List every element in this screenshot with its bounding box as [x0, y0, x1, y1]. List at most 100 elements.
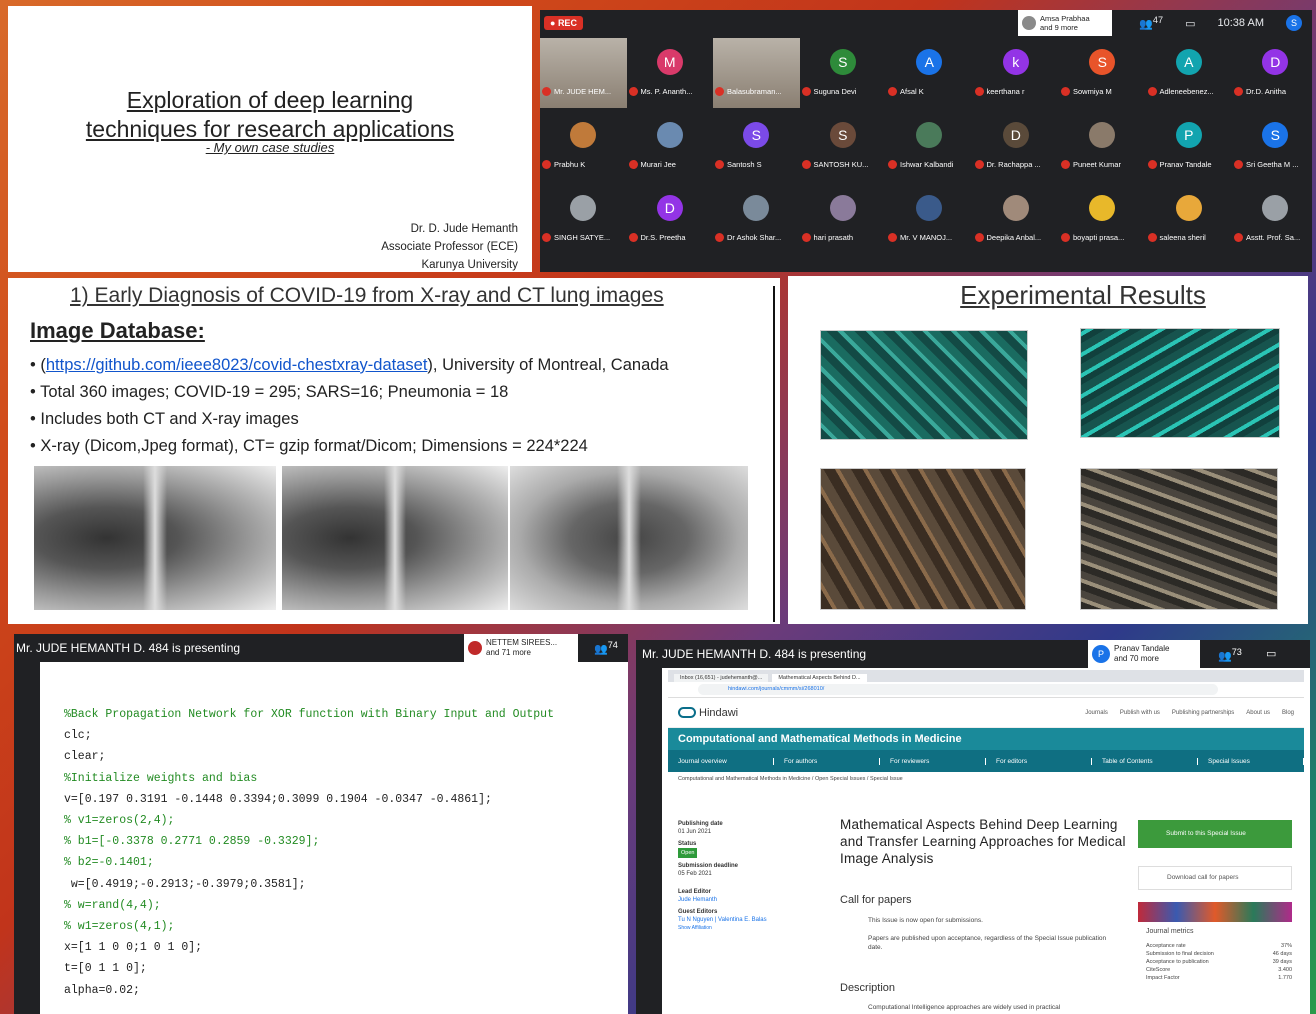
avatar: k: [1002, 48, 1029, 75]
participant-tile[interactable]: S SANTOSH KU...: [799, 111, 886, 181]
participant-name: Afsal K: [888, 87, 924, 96]
participant-name: hari prasath: [801, 233, 853, 242]
participant-tile[interactable]: Deepika Anbal...: [972, 184, 1059, 254]
special-issue-title: Mathematical Aspects Behind Deep Learnin…: [840, 817, 1126, 866]
participant-name: Mr. JUDE HEM...: [542, 87, 611, 96]
guest-editors-link[interactable]: Tu N Nguyen | Valentina E. Balas: [678, 917, 767, 923]
avatar: [916, 194, 943, 221]
participant-tile[interactable]: D Dr.D. Anitha: [1232, 38, 1312, 108]
journal-nav-item[interactable]: Journal overview: [668, 757, 774, 765]
site-nav-item[interactable]: Publishing partnerships: [1172, 710, 1234, 716]
participant-tile[interactable]: P Pranav Tandale: [1145, 111, 1232, 181]
code-line: %Back Propagation Network for XOR functi…: [64, 708, 554, 721]
site-nav-item[interactable]: Journals: [1085, 710, 1108, 716]
participant-tile[interactable]: boyapti prasa...: [1059, 184, 1146, 254]
submit-button[interactable]: Submit to this Special Issue: [1138, 820, 1292, 848]
code-line: v=[0.197 0.3191 -0.1448 0.3394;0.3099 0.…: [64, 792, 492, 806]
tab-hindawi[interactable]: Mathematical Aspects Behind D...: [772, 674, 867, 682]
participant-name: Suguna Devi: [801, 87, 856, 96]
satellite-image: [820, 468, 1026, 610]
journal-title[interactable]: Computational and Mathematical Methods i…: [668, 728, 1304, 750]
slide-title: Exploration of deep learning techniques f…: [85, 87, 455, 142]
participant-tile[interactable]: Ishwar Kalbandi: [886, 111, 973, 181]
avatar: S: [743, 121, 770, 148]
presenting-label: Mr. JUDE HEMANTH D. 484 is presenting: [16, 641, 241, 655]
avatar: D: [1002, 121, 1029, 148]
hindawi-logo[interactable]: Hindawi: [678, 707, 738, 719]
address-bar[interactable]: hindawi.com/journals/cmmm/si/268010/: [668, 682, 1304, 698]
participant-tile[interactable]: D Dr.S. Preetha: [626, 184, 713, 254]
download-cfp-button[interactable]: Download call for papers: [1138, 866, 1292, 890]
meeting-icons: 👥47 ▭ 10:38 AM S: [1139, 10, 1302, 36]
people-icon[interactable]: 👥47: [1139, 15, 1163, 31]
participant-tile[interactable]: A Afsal K: [886, 38, 973, 108]
presenter-viewers-card[interactable]: NETTEM SIREES... and 71 more: [464, 634, 578, 662]
bullet-item: (https://github.com/ieee8023/covid-chest…: [30, 352, 668, 379]
browser-window: Inbox (16,651) - judehemanth@... Mathema…: [668, 670, 1304, 1014]
participant-tile[interactable]: Mr. V MANOJ...: [886, 184, 973, 254]
chat-icon[interactable]: ▭: [1185, 17, 1195, 30]
tab-inbox[interactable]: Inbox (16,651) - judehemanth@...: [674, 674, 769, 682]
people-icon[interactable]: 👥74: [594, 640, 618, 656]
people-icon[interactable]: 👥73: [1218, 647, 1242, 663]
satellite-image: [1080, 468, 1278, 610]
participant-tile[interactable]: Puneet Kumar: [1059, 111, 1146, 181]
presenter-viewers-card[interactable]: Amsa Prabhaa and 9 more: [1018, 10, 1112, 36]
mic-off-icon: [1234, 87, 1243, 96]
participant-tile[interactable]: S Sowmiya M: [1059, 38, 1146, 108]
recording-badge: ● REC: [544, 16, 583, 30]
participant-name: Murari Jee: [628, 160, 676, 169]
participant-tile[interactable]: SINGH SATYE...: [540, 184, 627, 254]
mic-off-icon: [628, 233, 638, 242]
site-nav-item[interactable]: Publish with us: [1120, 710, 1160, 716]
site-nav-item[interactable]: About us: [1246, 710, 1270, 716]
description-heading[interactable]: Description: [840, 982, 895, 994]
participant-tile[interactable]: S Suguna Devi: [799, 38, 886, 108]
journal-nav-item[interactable]: For reviewers: [880, 757, 986, 765]
journal-nav-item[interactable]: For authors: [774, 757, 880, 765]
site-nav-item[interactable]: Blog: [1282, 710, 1294, 716]
code-line: clear;: [64, 750, 106, 764]
mic-off-icon: [715, 233, 724, 242]
participant-tile[interactable]: Mr. JUDE HEM...: [540, 38, 627, 108]
mic-off-icon: [542, 160, 551, 169]
journal-nav: Journal overview For authors For reviewers…: [668, 750, 1304, 772]
participant-tile[interactable]: M Ms. P. Ananth...: [626, 38, 713, 108]
slide-divider: [773, 286, 775, 622]
journal-nav-item[interactable]: Special Issues: [1198, 757, 1304, 765]
url-text[interactable]: hindawi.com/journals/cmmm/si/268010/: [698, 684, 1218, 695]
participant-tile[interactable]: Asstt. Prof. Sa...: [1232, 184, 1312, 254]
journal-nav-item[interactable]: Table of Contents: [1092, 757, 1198, 765]
participant-tile[interactable]: A Adleneebenez...: [1145, 38, 1232, 108]
self-avatar[interactable]: S: [1286, 15, 1302, 31]
participant-tile[interactable]: Balasubraman...: [713, 38, 800, 108]
xray-image: [510, 466, 748, 610]
participant-tile[interactable]: Dr Ashok Shar...: [713, 184, 800, 254]
participant-tile[interactable]: D Dr. Rachappa ...: [972, 111, 1059, 181]
presenter-viewers-card[interactable]: P Pranav Tandale and 70 more: [1088, 640, 1200, 668]
site-nav: Journals Publish with us Publishing partne…: [1085, 710, 1294, 716]
participant-tile[interactable]: Prabhu K: [540, 111, 627, 181]
journal-nav-item[interactable]: For editors: [986, 757, 1092, 765]
mic-off-icon: [888, 160, 897, 169]
dataset-link[interactable]: https://github.com/ieee8023/covid-chestx…: [46, 356, 428, 374]
presenting-bar: Mr. JUDE HEMANTH D. 484 is presenting P …: [636, 640, 1310, 668]
participant-name: Asstt. Prof. Sa...: [1234, 233, 1300, 242]
participant-tile[interactable]: S Santosh S: [713, 111, 800, 181]
participant-tile[interactable]: S Sri Geetha M ...: [1232, 111, 1312, 181]
logo-icon: [678, 707, 696, 718]
code-line: % w=rand(4,4);: [64, 898, 161, 912]
participant-tile[interactable]: k keerthana r: [972, 38, 1059, 108]
mic-off-icon: [1147, 233, 1157, 242]
participant-tile[interactable]: Murari Jee: [626, 111, 713, 181]
participant-tile[interactable]: saleena sheril: [1145, 184, 1232, 254]
lead-editor-link[interactable]: Jude Hemanth: [678, 897, 717, 903]
show-affiliation-link[interactable]: Show Affiliation: [678, 925, 712, 931]
chat-icon[interactable]: ▭: [1266, 647, 1276, 660]
database-bullets: (https://github.com/ieee8023/covid-chest…: [30, 352, 669, 460]
participant-tile[interactable]: hari prasath: [799, 184, 886, 254]
code-editor: %Back Propagation Network for XOR functi…: [64, 704, 554, 1001]
status-badge: Open: [678, 848, 698, 858]
mic-off-icon: [801, 87, 811, 96]
avatar: D: [656, 194, 683, 221]
